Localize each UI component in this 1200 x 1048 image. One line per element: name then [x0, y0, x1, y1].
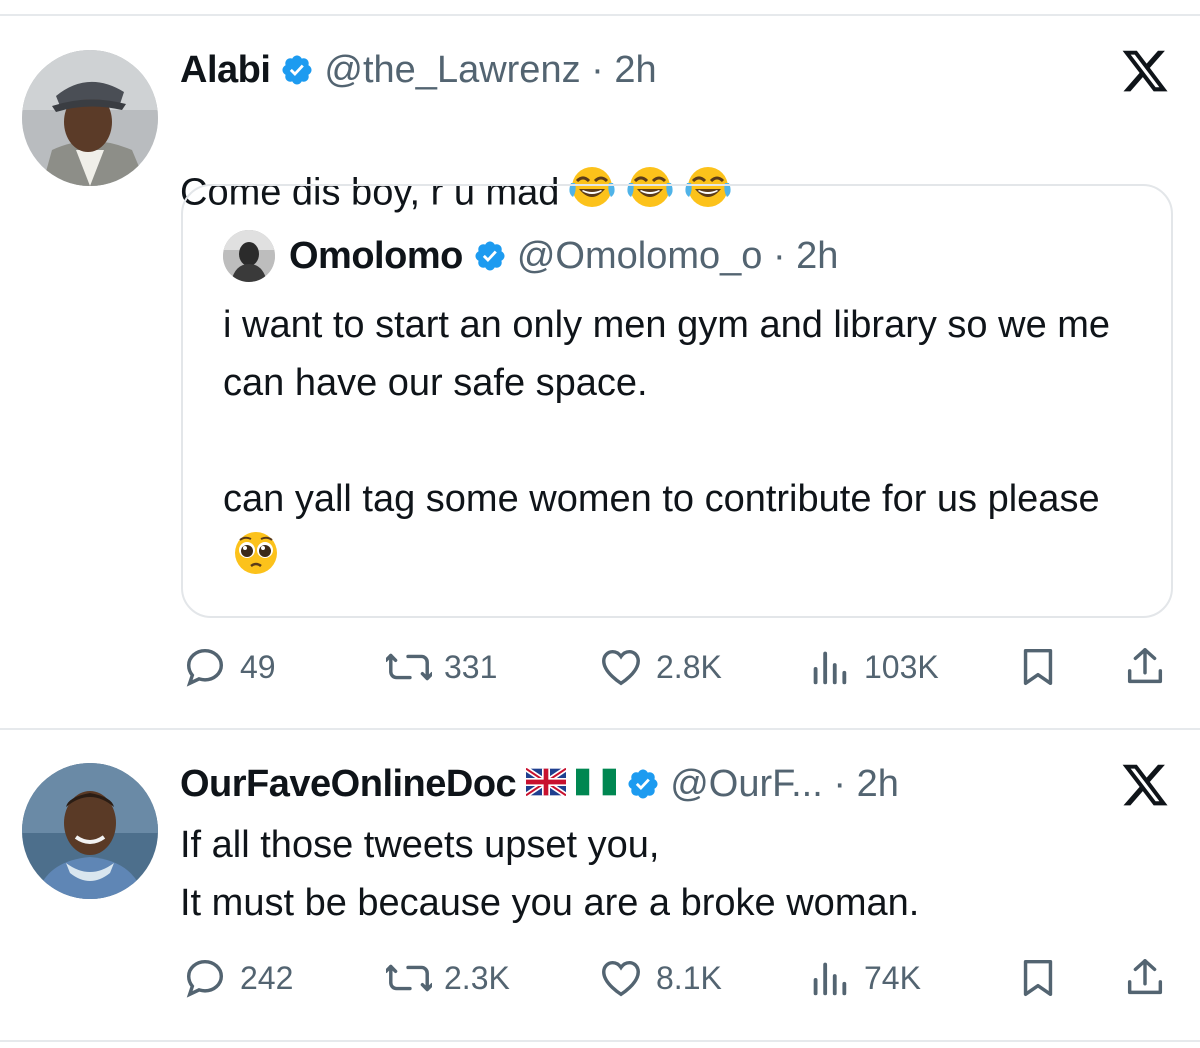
like-button[interactable]: 2.8K [598, 637, 722, 697]
view-count: 74K [864, 959, 921, 996]
quote-handle-and-time[interactable]: @Omolomo_o · 2h [517, 235, 839, 278]
retweet-button[interactable]: 2.3K [386, 948, 510, 1008]
quote-paragraph-2: can yall tag some women to contribute fo… [223, 470, 1153, 595]
bookmark-button[interactable] [1015, 948, 1061, 1008]
verified-badge-icon [473, 239, 507, 273]
avatar[interactable] [22, 50, 158, 186]
tweet-header: Alabi @the_Lawrenz · 2h [180, 46, 657, 94]
like-button[interactable]: 8.1K [598, 948, 722, 1008]
bookmark-button[interactable] [1015, 637, 1061, 697]
share-button[interactable] [1122, 637, 1168, 697]
views-button[interactable]: 103K [806, 637, 939, 697]
tweet-actions: 242 2.3K 8.1K 74K [0, 948, 1200, 1008]
heart-icon [602, 960, 640, 997]
display-name[interactable]: Alabi [180, 49, 271, 92]
quote-paragraph-2-text: can yall tag some women to contribute fo… [223, 478, 1100, 520]
reply-icon [186, 959, 224, 998]
quote-paragraph-1: i want to start an only men gym and libr… [223, 304, 1111, 404]
reply-icon [186, 648, 224, 687]
tweet-actions: 49 331 2.8K 103K [0, 637, 1200, 697]
uk-flag-icon [524, 763, 568, 806]
like-count: 8.1K [656, 959, 722, 996]
quoted-tweet[interactable]: Omolomo @Omolomo_o · 2h i want to start … [181, 184, 1173, 618]
retweet-count: 2.3K [444, 959, 510, 996]
retweet-icon [386, 653, 432, 681]
x-logo-icon[interactable] [1120, 46, 1170, 96]
like-count: 2.8K [656, 648, 722, 685]
retweet-button[interactable]: 331 [386, 637, 497, 697]
handle-and-time[interactable]: @the_Lawrenz · 2h [324, 49, 656, 92]
tweet-text: If all those tweets upset you, It must b… [180, 824, 920, 924]
verified-badge-icon [280, 53, 314, 87]
reply-count: 49 [240, 648, 276, 685]
bookmark-icon [1023, 648, 1053, 686]
views-icon [813, 651, 847, 685]
quote-text: i want to start an only men gym and libr… [223, 296, 1153, 595]
quote-avatar[interactable] [223, 230, 275, 282]
verified-badge-icon [626, 767, 660, 801]
bookmark-icon [1023, 959, 1053, 997]
handle-and-time[interactable]: @OurF... · 2h [670, 763, 899, 806]
reply-count: 242 [240, 959, 294, 996]
reply-button[interactable]: 49 [182, 637, 276, 697]
views-button[interactable]: 74K [806, 948, 921, 1008]
views-icon [813, 962, 847, 996]
view-count: 103K [864, 648, 939, 685]
display-name[interactable]: OurFaveOnlineDoc [180, 763, 517, 806]
heart-icon [602, 649, 640, 686]
nigeria-flag-icon [576, 763, 617, 806]
tweet-header: OurFaveOnlineDoc @OurF... · 2h [180, 760, 899, 808]
pleading-face-icon [231, 528, 281, 595]
x-logo-icon[interactable] [1120, 760, 1170, 810]
quote-header: Omolomo @Omolomo_o · 2h [289, 230, 838, 282]
share-icon [1127, 648, 1163, 684]
share-icon [1127, 959, 1163, 995]
retweet-icon [386, 964, 432, 992]
reply-button[interactable]: 242 [182, 948, 293, 1008]
retweet-count: 331 [444, 648, 498, 685]
tweet-ourfaveonlinedoc[interactable]: OurFaveOnlineDoc @OurF... · 2h If all th… [0, 730, 1200, 1048]
share-button[interactable] [1122, 948, 1168, 1008]
tweet-alabi[interactable]: Alabi @the_Lawrenz · 2h Come dis boy, r … [0, 0, 1200, 728]
avatar[interactable] [22, 763, 158, 899]
bottom-divider [0, 1040, 1200, 1042]
quote-display-name[interactable]: Omolomo [289, 235, 463, 278]
